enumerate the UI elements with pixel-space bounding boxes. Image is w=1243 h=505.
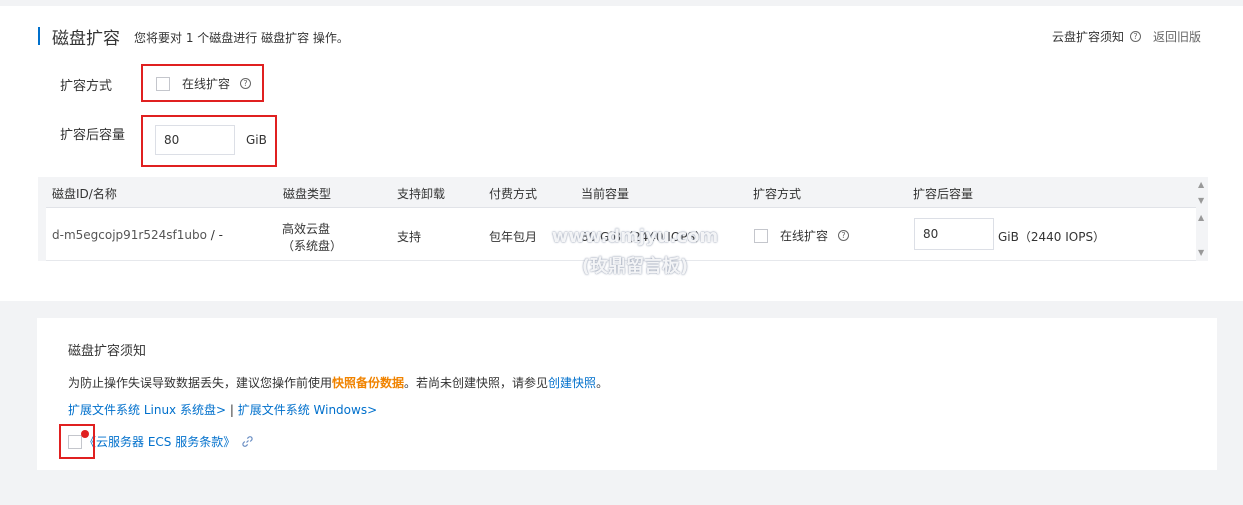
disk-name-text: / - <box>210 228 223 242</box>
method-label: 扩容方式 <box>60 79 113 94</box>
new-size-input[interactable] <box>155 125 235 155</box>
online-expansion-option[interactable]: 在线扩容 ? <box>156 75 252 92</box>
snapshot-backup-link[interactable]: 快照备份数据 <box>332 376 404 390</box>
header-accent-bar <box>38 27 40 45</box>
required-dot-icon <box>81 430 89 438</box>
col-detachable: 支持卸载 <box>397 187 446 201</box>
col-current-size: 当前容量 <box>581 187 630 201</box>
size-unit: GiB <box>246 133 267 147</box>
row-online-expansion-option[interactable]: 在线扩容 ? <box>754 227 850 244</box>
page-description: 您将要对 1 个磁盘进行 磁盘扩容 操作。 <box>134 31 349 45</box>
page-header: 磁盘扩容 您将要对 1 个磁盘进行 磁盘扩容 操作。 <box>38 22 349 50</box>
row-scroll-down-arrow-icon[interactable]: ▼ <box>1198 249 1204 257</box>
notice-text-prefix: 为防止操作失误导致数据丢失，建议您操作前使用 <box>68 376 333 390</box>
col-disk-id: 磁盘ID/名称 <box>52 187 117 201</box>
create-snapshot-link[interactable]: 创建快照 <box>548 376 596 390</box>
current-size-value: 80 GiB（2440 IOPS） <box>581 230 708 244</box>
page-title: 磁盘扩容 <box>52 28 120 49</box>
extend-fs-windows-link[interactable]: 扩展文件系统 Windows> <box>238 403 377 417</box>
notice-text: 为防止操作失误导致数据丢失，建议您操作前使用快照备份数据。若尚未创建快照，请参见… <box>68 374 608 391</box>
col-method: 扩容方式 <box>753 187 802 201</box>
row-new-size-input[interactable] <box>914 218 994 250</box>
detachable-value: 支持 <box>397 230 422 244</box>
extend-fs-linux-link[interactable]: 扩展文件系统 Linux 系统盘> <box>68 403 226 417</box>
col-new-size: 扩容后容量 <box>913 187 974 201</box>
help-icon[interactable]: ? <box>838 230 850 241</box>
notice-panel: 磁盘扩容须知 为防止操作失误导致数据丢失，建议您操作前使用快照备份数据。若尚未创… <box>37 318 1217 470</box>
header-scroll-down-arrow-icon[interactable]: ▼ <box>1198 197 1204 205</box>
notice-text-suffix: 。 <box>596 376 609 390</box>
help-icon[interactable]: ? <box>1129 31 1141 42</box>
row-online-expansion-checkbox[interactable] <box>754 228 768 243</box>
table-row: d-m5egcojp91r524sf1ubo / - 高效云盘 （系统盘） 支持… <box>46 208 1196 261</box>
disk-type-line1: 高效云盘 <box>282 222 331 236</box>
help-icon[interactable]: ? <box>240 78 252 89</box>
billing-value: 包年包月 <box>489 230 538 244</box>
notice-text-middle: 。若尚未创建快照，请参见 <box>404 376 549 390</box>
notice-title: 磁盘扩容须知 <box>68 344 147 359</box>
row-new-size-unit: GiB（2440 IOPS） <box>998 230 1106 244</box>
disk-id: d-m5egcojp91r524sf1ubo / - <box>52 228 223 242</box>
ecs-terms-link[interactable]: 《云服务器 ECS 服务条款》 <box>84 433 235 450</box>
online-expansion-checkbox[interactable] <box>156 76 170 91</box>
back-to-old-version-link[interactable]: 返回旧版 <box>1153 28 1201 45</box>
header-links: 云盘扩容须知 ? 返回旧版 <box>1052 28 1201 45</box>
disk-table: 磁盘ID/名称 磁盘类型 支持卸载 付费方式 当前容量 扩容方式 扩容后容量 d… <box>38 177 1208 261</box>
external-link-icon[interactable] <box>241 435 254 448</box>
size-label: 扩容后容量 <box>60 128 126 143</box>
filesystem-links: 扩展文件系统 Linux 系统盘> | 扩展文件系统 Windows> <box>68 401 377 418</box>
row-online-expansion-label: 在线扩容 <box>780 229 829 243</box>
highlight-box-terms <box>59 424 95 459</box>
col-billing: 付费方式 <box>489 187 538 201</box>
terms-row: 《云服务器 ECS 服务条款》 <box>68 433 254 450</box>
disk-id-text: d-m5egcojp91r524sf1ubo <box>52 228 207 242</box>
table-header: 磁盘ID/名称 磁盘类型 支持卸载 付费方式 当前容量 扩容方式 扩容后容量 <box>46 177 1196 208</box>
expansion-notice-link[interactable]: 云盘扩容须知 <box>1052 28 1124 45</box>
header-scroll-up-arrow-icon[interactable]: ▲ <box>1198 181 1204 189</box>
row-scroll-up-arrow-icon[interactable]: ▲ <box>1198 214 1204 222</box>
online-expansion-label: 在线扩容 <box>182 77 231 91</box>
link-separator: | <box>226 403 238 417</box>
disk-type-line2: （系统盘） <box>282 239 343 253</box>
col-disk-type: 磁盘类型 <box>283 187 332 201</box>
